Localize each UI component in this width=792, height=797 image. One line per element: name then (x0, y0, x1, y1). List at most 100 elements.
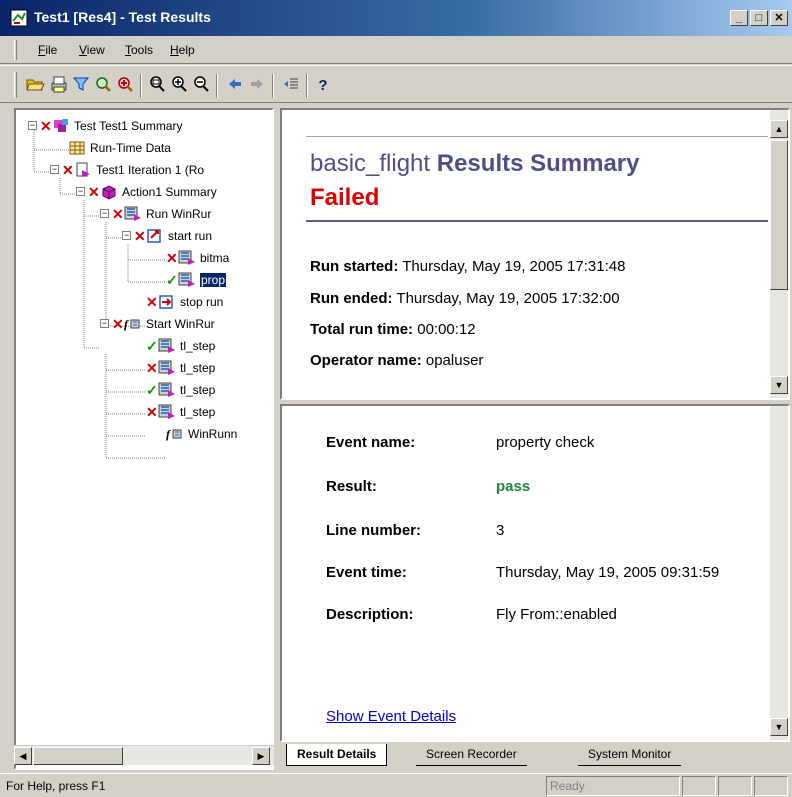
menu-grip[interactable] (14, 40, 17, 60)
scroll-thumb[interactable] (33, 747, 123, 765)
tree-node[interactable]: Run-Time Data (68, 136, 171, 158)
tree-node[interactable]: ✕ tl_step (146, 400, 215, 422)
tree-node-label: Run WinRur (146, 206, 212, 221)
result-value: pass (496, 478, 531, 495)
total-run-time-label: Total run time: (310, 321, 414, 338)
zoom-fit-icon[interactable] (146, 75, 168, 97)
back-icon[interactable] (224, 75, 246, 97)
open-icon[interactable] (24, 75, 46, 97)
status-help-text: For Help, press F1 (6, 779, 106, 793)
menu-file[interactable]: File (38, 43, 57, 57)
collapse-toggle[interactable]: − (76, 187, 85, 197)
tab-system-monitor[interactable]: System Monitor (578, 744, 682, 766)
pass-icon: ✓ (166, 271, 178, 288)
filter-icon[interactable] (70, 75, 92, 97)
function-icon: f (166, 427, 182, 441)
fail-icon: ✕ (166, 249, 178, 266)
tree-node-label: prop (200, 272, 227, 287)
menu-help[interactable]: Help (170, 43, 195, 57)
operator-name-line: Operator name: opaluser (310, 352, 483, 369)
scroll-left-button[interactable]: ◀ (14, 747, 32, 765)
run-ended-label: Run ended: (310, 290, 393, 307)
tree-node-label: Run-Time Data (90, 140, 171, 155)
tree-node[interactable]: − ✕ f Start WinRur (100, 312, 215, 334)
help-icon[interactable]: ? (312, 75, 334, 97)
toolbar-separator (306, 74, 308, 98)
start-run-icon (147, 229, 161, 243)
event-name-value: property check (496, 434, 595, 451)
summary-title-suffix: Results Summary (436, 150, 640, 177)
toolbar-grip[interactable] (14, 72, 17, 98)
tab-result-details[interactable]: Result Details (286, 744, 388, 766)
scroll-up-button[interactable]: ▲ (770, 120, 788, 138)
tree-node[interactable]: − ✕ start run (122, 224, 212, 246)
show-event-details-link[interactable]: Show Event Details (326, 708, 456, 725)
tree-node[interactable]: f WinRunn (166, 422, 237, 444)
close-button[interactable]: ✕ (770, 10, 788, 26)
results-tree[interactable]: − ✕ Test Test1 Summary Run-Time Data − ✕ Test1… (14, 108, 274, 770)
action-icon (102, 185, 116, 200)
minimize-button[interactable]: _ (730, 10, 748, 26)
fail-icon: ✕ (146, 293, 158, 310)
tree-node[interactable]: − ✕ Action1 Summary (76, 180, 217, 202)
line-number-value: 3 (496, 522, 505, 539)
tree-node-label: tl_step (180, 382, 216, 397)
scroll-down-button[interactable]: ▼ (770, 718, 788, 736)
collapse-toggle[interactable]: − (100, 319, 109, 329)
summary-vertical-scrollbar[interactable]: ▲ ▼ (770, 110, 788, 398)
winrunner-icon (124, 206, 141, 221)
function-icon: f (124, 317, 140, 331)
winrunner-icon (158, 360, 175, 375)
pass-icon: ✓ (146, 337, 158, 354)
expand-icon[interactable] (280, 75, 302, 97)
fail-icon: ✕ (88, 183, 100, 200)
collapse-toggle[interactable]: − (28, 121, 37, 131)
tree-node[interactable]: − ✕ Test Test1 Summary (28, 114, 182, 136)
total-run-time-value: 00:00:12 (417, 321, 476, 338)
summary-icon (54, 118, 68, 132)
scroll-thumb[interactable] (770, 140, 788, 290)
tree-node[interactable]: ✕ tl_step (146, 356, 215, 378)
svg-text:f: f (124, 317, 129, 331)
table-icon (69, 141, 85, 155)
menu-tools[interactable]: Tools (125, 43, 153, 57)
tree-node-label: bitma (200, 250, 230, 265)
tree-node[interactable]: ✕ bitma (166, 246, 229, 268)
window-title: Test1 [Res4] - Test Results (34, 9, 211, 25)
menu-view[interactable]: View (79, 43, 105, 57)
status-indicator-cell (718, 776, 752, 796)
fail-icon: ✕ (112, 315, 124, 332)
jump-icon[interactable] (114, 75, 136, 97)
title-bar[interactable]: Test1 [Res4] - Test Results _ □ ✕ (0, 0, 792, 36)
zoom-in-icon[interactable] (168, 75, 190, 97)
tree-node[interactable]: ✓ tl_step (146, 378, 215, 400)
collapse-toggle[interactable]: − (100, 209, 109, 219)
run-ended-line: Run ended: Thursday, May 19, 2005 17:32:… (310, 290, 620, 307)
fail-icon: ✕ (134, 227, 146, 244)
total-run-time-line: Total run time: 00:00:12 (310, 321, 476, 338)
event-time-label: Event time: (326, 564, 407, 581)
result-details-pane: Event name: property check Result: pass … (280, 404, 790, 742)
tree-node[interactable]: − ✕ Run WinRur (100, 202, 211, 224)
tree-node[interactable]: − ✕ Test1 Iteration 1 (Ro (50, 158, 204, 180)
find-icon[interactable] (92, 75, 114, 97)
collapse-toggle[interactable]: − (122, 231, 131, 241)
maximize-button[interactable]: □ (750, 10, 768, 26)
print-icon[interactable] (48, 75, 70, 97)
scroll-right-button[interactable]: ▶ (252, 747, 270, 765)
forward-icon[interactable] (246, 75, 268, 97)
tree-horizontal-scrollbar[interactable]: ◀ ▶ (14, 745, 274, 765)
details-vertical-scrollbar[interactable]: ▼ (770, 406, 788, 740)
menu-bar: File View Tools Help (0, 36, 792, 64)
tree-node[interactable]: ✕ stop run (146, 290, 223, 312)
collapse-toggle[interactable]: − (50, 165, 59, 175)
zoom-out-icon[interactable] (190, 75, 212, 97)
scroll-down-button[interactable]: ▼ (770, 376, 788, 394)
tree-node[interactable]: ✓ tl_step (146, 334, 215, 356)
toolbar-separator (272, 74, 274, 98)
test-results-window: Test1 [Res4] - Test Results _ □ ✕ File V… (0, 0, 792, 797)
run-started-label: Run started: (310, 258, 399, 275)
tree-node-label: Test Test1 Summary (74, 118, 183, 133)
tree-node[interactable]: ✓ prop (166, 268, 227, 290)
tab-screen-recorder[interactable]: Screen Recorder (416, 744, 527, 766)
